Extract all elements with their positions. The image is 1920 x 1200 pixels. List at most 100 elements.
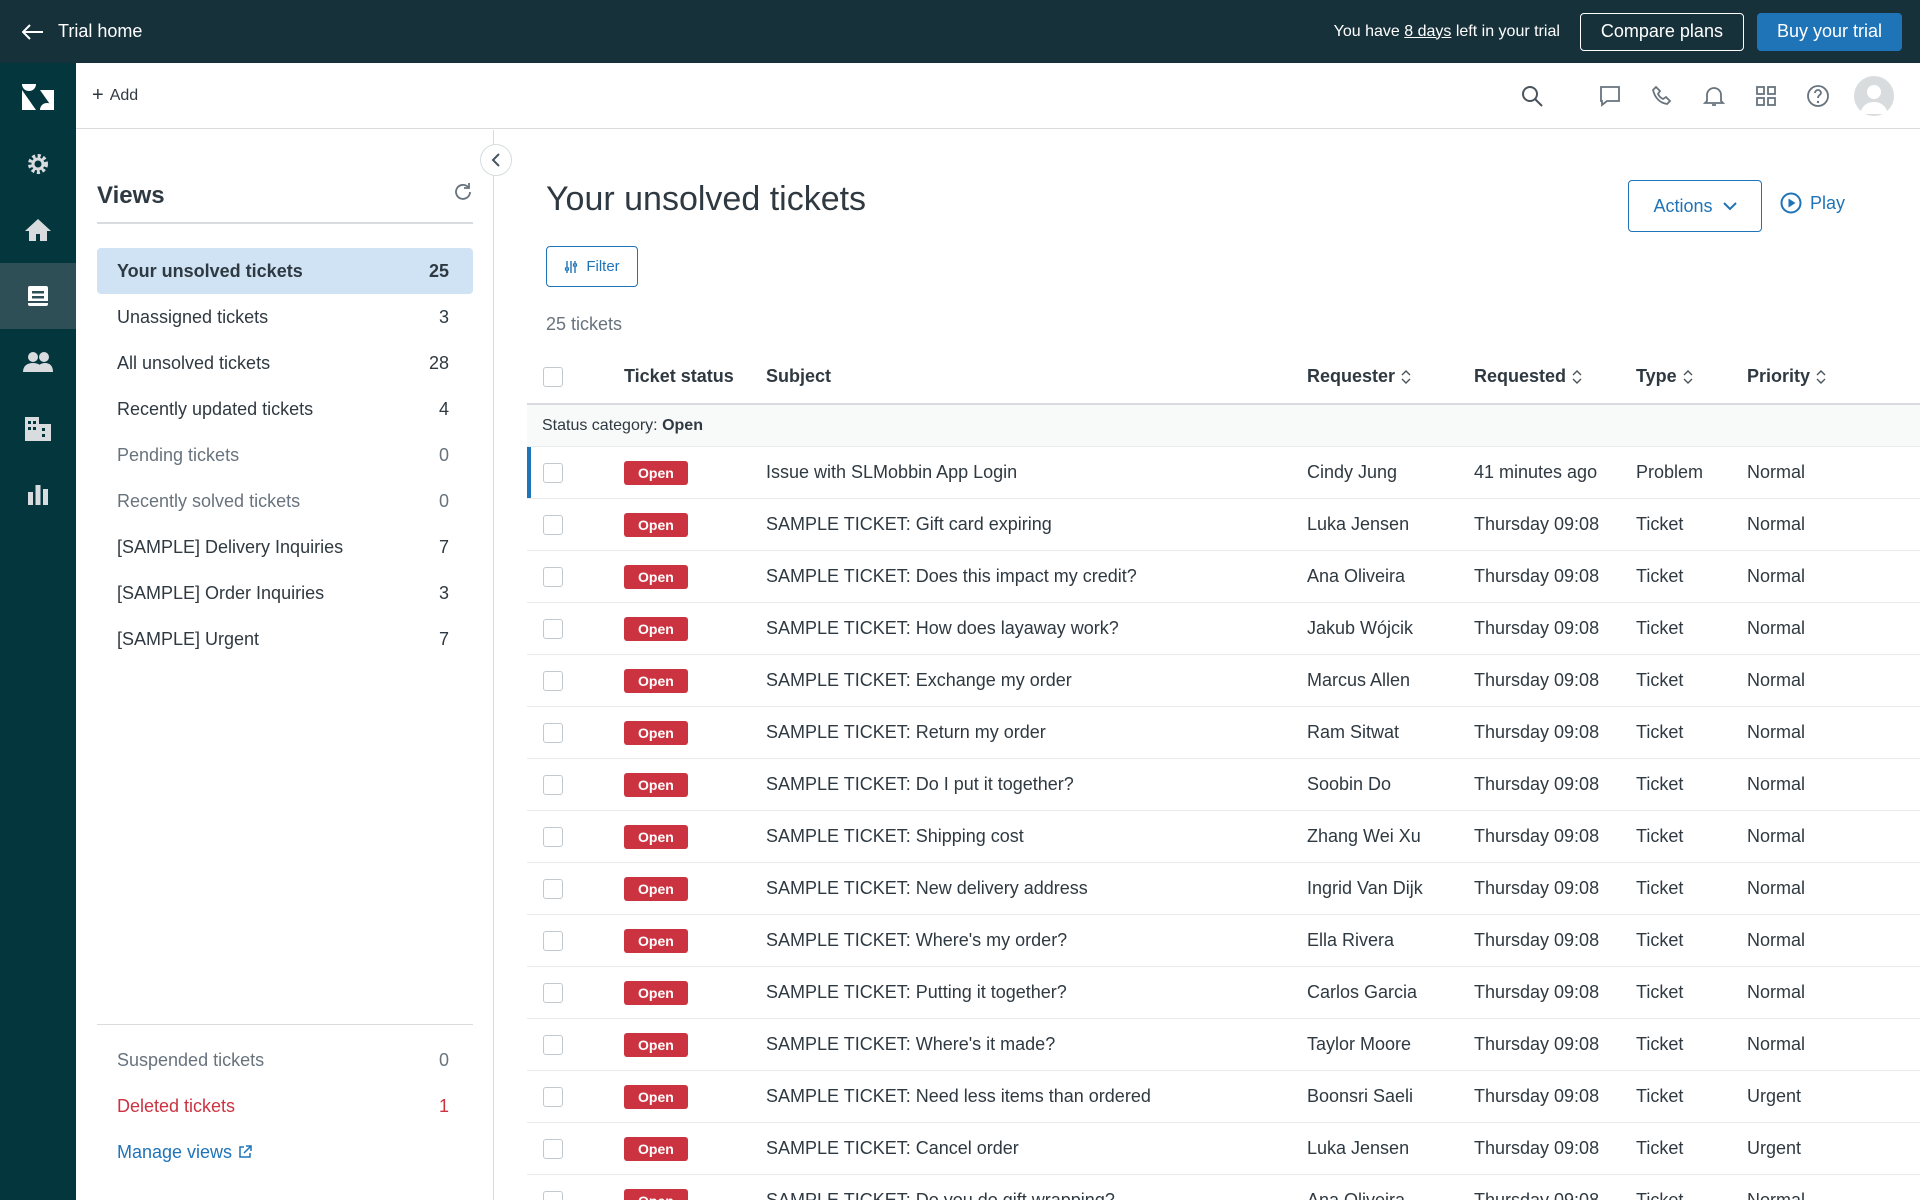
- reports-icon[interactable]: [0, 461, 76, 527]
- table-row[interactable]: Open Issue with SLMobbin App Login Cindy J…: [527, 447, 1920, 499]
- table-row[interactable]: Open SAMPLE TICKET: Exchange my order Marc…: [527, 655, 1920, 707]
- chat-icon[interactable]: [1596, 82, 1624, 110]
- column-header-requested[interactable]: Requested: [1474, 366, 1582, 387]
- ticket-subject[interactable]: Issue with SLMobbin App Login: [766, 462, 1307, 483]
- table-row[interactable]: Open SAMPLE TICKET: Return my order Ram Si…: [527, 707, 1920, 759]
- view-item-all-unsolved[interactable]: All unsolved tickets 28: [97, 340, 473, 386]
- ticket-subject[interactable]: SAMPLE TICKET: New delivery address: [766, 878, 1307, 899]
- row-checkbox[interactable]: [543, 566, 563, 587]
- avatar[interactable]: [1854, 75, 1894, 116]
- row-checkbox[interactable]: [543, 774, 563, 795]
- ticket-subject[interactable]: SAMPLE TICKET: Cancel order: [766, 1138, 1307, 1159]
- row-checkbox[interactable]: [543, 670, 563, 691]
- search-icon[interactable]: [1518, 82, 1546, 110]
- table-row[interactable]: Open SAMPLE TICKET: Cancel order Luka Jens…: [527, 1123, 1920, 1175]
- table-row[interactable]: Open SAMPLE TICKET: Putting it together? C…: [527, 967, 1920, 1019]
- trial-days-link[interactable]: 8 days: [1404, 23, 1451, 40]
- column-header-priority[interactable]: Priority: [1747, 366, 1826, 387]
- view-item-delivery-inquiries[interactable]: [SAMPLE] Delivery Inquiries 7: [97, 524, 473, 570]
- trial-home-link[interactable]: Trial home: [22, 21, 142, 42]
- table-row[interactable]: Open SAMPLE TICKET: Where's my order? Ella…: [527, 915, 1920, 967]
- view-count: 0: [438, 490, 449, 511]
- refresh-icon[interactable]: [453, 182, 473, 207]
- play-button[interactable]: Play: [1780, 192, 1845, 214]
- add-button[interactable]: + Add: [92, 84, 138, 107]
- help-icon[interactable]: [1804, 82, 1832, 110]
- manage-views-link[interactable]: Manage views: [97, 1129, 473, 1175]
- view-item-suspended[interactable]: Suspended tickets 0: [97, 1037, 473, 1083]
- row-checkbox[interactable]: [543, 982, 563, 1003]
- actions-button[interactable]: Actions: [1628, 180, 1762, 232]
- organizations-icon[interactable]: [0, 395, 76, 461]
- ticket-subject[interactable]: SAMPLE TICKET: How does layaway work?: [766, 618, 1307, 639]
- ticket-requester: Jakub Wójcik: [1307, 618, 1414, 638]
- ticket-requester: Boonsri Saeli: [1307, 1086, 1414, 1106]
- ticket-subject[interactable]: SAMPLE TICKET: Need less items than orde…: [766, 1086, 1307, 1107]
- ticket-subject[interactable]: SAMPLE TICKET: Where's my order?: [766, 930, 1307, 951]
- ticket-priority: Normal: [1747, 826, 1806, 846]
- ticket-subject[interactable]: SAMPLE TICKET: Return my order: [766, 722, 1307, 743]
- ticket-type: Ticket: [1636, 930, 1684, 950]
- compare-plans-button[interactable]: Compare plans: [1579, 12, 1744, 51]
- view-item-unassigned[interactable]: Unassigned tickets 3: [97, 294, 473, 340]
- table-row[interactable]: Open SAMPLE TICKET: New delivery address I…: [527, 863, 1920, 915]
- ticket-priority: Normal: [1747, 618, 1806, 638]
- ticket-requested: Thursday 09:08: [1474, 566, 1600, 586]
- ticket-requester: Ana Oliveira: [1307, 566, 1406, 586]
- zendesk-logo-icon[interactable]: [0, 63, 76, 131]
- row-checkbox[interactable]: [543, 1190, 563, 1200]
- status-badge: Open: [624, 876, 688, 901]
- column-header-type[interactable]: Type: [1636, 366, 1693, 387]
- view-item-deleted[interactable]: Deleted tickets 1: [97, 1083, 473, 1129]
- row-checkbox[interactable]: [543, 1034, 563, 1055]
- ticket-type: Ticket: [1636, 982, 1684, 1002]
- select-all-checkbox[interactable]: [543, 366, 563, 387]
- view-item-recently-solved[interactable]: Recently solved tickets 0: [97, 478, 473, 524]
- row-checkbox[interactable]: [543, 618, 563, 639]
- phone-icon[interactable]: [1648, 82, 1676, 110]
- row-checkbox[interactable]: [543, 878, 563, 899]
- buy-trial-button[interactable]: Buy your trial: [1756, 12, 1902, 51]
- table-row[interactable]: Open SAMPLE TICKET: Need less items than …: [527, 1071, 1920, 1123]
- table-row[interactable]: Open SAMPLE TICKET: Shipping cost Zhang We…: [527, 811, 1920, 863]
- row-checkbox[interactable]: [543, 722, 563, 743]
- ticket-type: Ticket: [1636, 826, 1684, 846]
- table-row[interactable]: Open SAMPLE TICKET: Where's it made? Taylo…: [527, 1019, 1920, 1071]
- ticket-subject[interactable]: SAMPLE TICKET: Putting it together?: [766, 982, 1307, 1003]
- collapse-panel-button[interactable]: [480, 144, 512, 176]
- ticket-subject[interactable]: SAMPLE TICKET: Exchange my order: [766, 670, 1307, 691]
- ticket-subject[interactable]: SAMPLE TICKET: Do you do gift wrapping?: [766, 1190, 1307, 1200]
- table-row[interactable]: Open SAMPLE TICKET: Does this impact my c…: [527, 551, 1920, 603]
- filter-button[interactable]: Filter: [546, 246, 638, 287]
- ticket-type: Ticket: [1636, 670, 1684, 690]
- view-item-urgent[interactable]: [SAMPLE] Urgent 7: [97, 616, 473, 662]
- table-row[interactable]: Open SAMPLE TICKET: Do you do gift wrappi…: [527, 1175, 1920, 1200]
- table-row[interactable]: Open SAMPLE TICKET: How does layaway work…: [527, 603, 1920, 655]
- home-icon[interactable]: [0, 197, 76, 263]
- row-checkbox[interactable]: [543, 930, 563, 951]
- ticket-subject[interactable]: SAMPLE TICKET: Do I put it together?: [766, 774, 1307, 795]
- ticket-subject[interactable]: SAMPLE TICKET: Gift card expiring: [766, 514, 1307, 535]
- row-checkbox[interactable]: [543, 1086, 563, 1107]
- column-header-requester[interactable]: Requester: [1307, 366, 1411, 387]
- row-checkbox[interactable]: [543, 514, 563, 535]
- gear-icon[interactable]: [0, 131, 76, 197]
- ticket-subject[interactable]: SAMPLE TICKET: Where's it made?: [766, 1034, 1307, 1055]
- view-count: 0: [438, 444, 449, 465]
- view-item-recently-updated[interactable]: Recently updated tickets 4: [97, 386, 473, 432]
- view-item-order-inquiries[interactable]: [SAMPLE] Order Inquiries 3: [97, 570, 473, 616]
- table-row[interactable]: Open SAMPLE TICKET: Gift card expiring Luk…: [527, 499, 1920, 551]
- view-item-pending[interactable]: Pending tickets 0: [97, 432, 473, 478]
- view-item-your-unsolved[interactable]: Your unsolved tickets 25: [97, 248, 473, 294]
- row-checkbox[interactable]: [543, 1138, 563, 1159]
- table-row[interactable]: Open SAMPLE TICKET: Do I put it together?…: [527, 759, 1920, 811]
- bell-icon[interactable]: [1700, 82, 1728, 110]
- ticket-subject[interactable]: SAMPLE TICKET: Does this impact my credi…: [766, 566, 1307, 587]
- ticket-subject[interactable]: SAMPLE TICKET: Shipping cost: [766, 826, 1307, 847]
- users-icon[interactable]: [0, 329, 76, 395]
- apps-grid-icon[interactable]: [1752, 82, 1780, 110]
- row-checkbox[interactable]: [543, 462, 563, 483]
- row-checkbox[interactable]: [543, 826, 563, 847]
- tickets-icon[interactable]: [0, 263, 76, 329]
- ticket-type: Ticket: [1636, 774, 1684, 794]
